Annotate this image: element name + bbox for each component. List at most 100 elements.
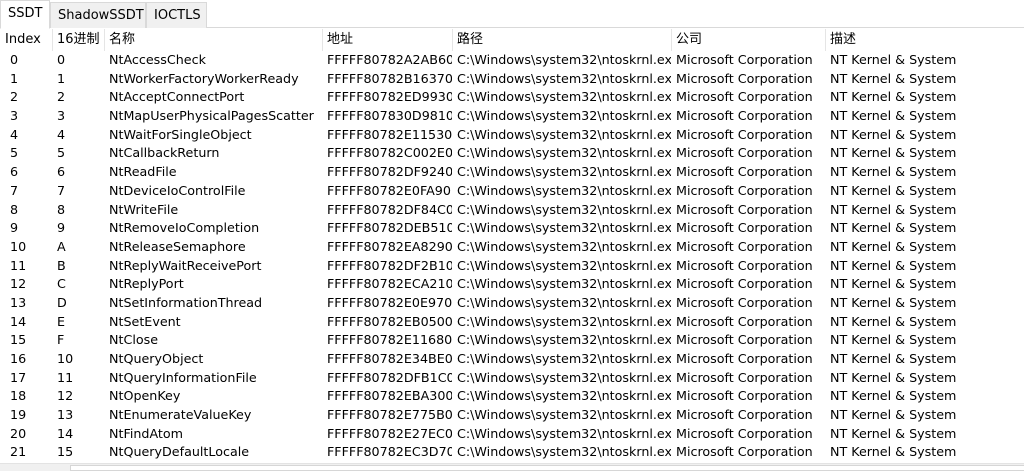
table-row[interactable]: 20 14 NtFindAtom FFFFF80782E27EC0 C:\Windows… <box>0 425 1024 444</box>
cell-address: FFFFF80782DEB510 <box>327 220 452 236</box>
cell-path: C:\Windows\system32\ntoskrnl.exe <box>457 407 671 423</box>
table-row[interactable]: 8 8 NtWriteFile FFFFF80782DF84C0 C:\Windows\… <box>0 201 1024 220</box>
cell-index: 13 <box>10 294 27 310</box>
cell-description: NT Kernel & System <box>830 351 957 366</box>
column-header-name[interactable]: 名称 <box>104 29 322 51</box>
tab-ssdt[interactable]: SSDT <box>0 0 50 29</box>
table-row[interactable]: 6 6 NtReadFile FFFFF80782DF9240 C:\Windows\s… <box>0 163 1024 182</box>
cell-hex: 4 <box>57 126 66 142</box>
cell-company: Microsoft Corporation <box>676 444 813 460</box>
column-header-path[interactable]: 路径 <box>452 29 671 51</box>
table-row[interactable]: 0 0 NtAccessCheck FFFFF80782A2AB60 C:\Window… <box>0 51 1024 70</box>
cell-name: NtDeviceIoControlFile <box>109 182 246 198</box>
cell-company: Microsoft Corporation <box>676 145 813 161</box>
cell-name: NtReleaseSemaphore <box>109 238 246 254</box>
table-row[interactable]: 16 10 NtQueryObject FFFFF80782E34BE0 C:\Wind… <box>0 350 1024 369</box>
cell-name: NtReadFile <box>109 164 177 180</box>
table-row[interactable]: 18 12 NtOpenKey FFFFF80782EBA300 C:\Windows\… <box>0 387 1024 406</box>
cell-index: 9 <box>10 220 19 236</box>
table-row[interactable]: 5 5 NtCallbackReturn FFFFF80782C002E0 C:\Win… <box>0 144 1024 163</box>
table-row[interactable]: 12 C NtReplyPort FFFFF80782ECA210 C:\Windows… <box>0 275 1024 294</box>
cell-path: C:\Windows\system32\ntoskrnl.exe <box>457 182 671 198</box>
cell-index: 6 <box>10 164 19 180</box>
cell-address: FFFFF80782DF84C0 <box>327 201 452 217</box>
table-row[interactable]: 1 1 NtWorkerFactoryWorkerReady FFFFF80782B1… <box>0 70 1024 89</box>
cell-company: Microsoft Corporation <box>676 164 813 180</box>
cell-description: NT Kernel & System <box>830 52 957 67</box>
cell-address: FFFFF80782C002E0 <box>327 145 452 161</box>
cell-name: NtQueryDefaultLocale <box>109 444 250 460</box>
table-row[interactable]: 13 D NtSetInformationThread FFFFF80782E0E97… <box>0 294 1024 313</box>
cell-hex: B <box>57 257 66 273</box>
cell-address: FFFFF80782EB0500 <box>327 313 452 329</box>
cell-description: NT Kernel & System <box>830 388 957 404</box>
table-row[interactable]: 21 15 NtQueryDefaultLocale FFFFF80782EC3D70… <box>0 443 1024 462</box>
cell-path: C:\Windows\system32\ntoskrnl.exe <box>457 220 671 236</box>
cell-company: Microsoft Corporation <box>676 70 813 86</box>
table-row[interactable]: 11 B NtReplyWaitReceivePort FFFFF80782DF2B1… <box>0 257 1024 276</box>
cell-name: NtReplyWaitReceivePort <box>109 257 262 273</box>
column-header-hex[interactable]: 16进制 <box>52 29 104 51</box>
column-header-address[interactable]: 地址 <box>322 29 452 51</box>
cell-path: C:\Windows\system32\ntoskrnl.exe <box>457 444 671 460</box>
cell-hex: 5 <box>57 145 66 161</box>
table-row[interactable]: 4 4 NtWaitForSingleObject FFFFF80782E11530 C… <box>0 126 1024 145</box>
cell-address: FFFFF80782E0E970 <box>327 294 452 310</box>
table-row[interactable]: 3 3 NtMapUserPhysicalPagesScatter FFFFF8078… <box>0 107 1024 126</box>
cell-path: C:\Windows\system32\ntoskrnl.exe <box>457 108 671 124</box>
tab-bar: SSDT ShadowSSDT IOCTLS <box>0 0 1024 29</box>
cell-address: FFFFF80782E27EC0 <box>327 425 452 441</box>
scrollbar-thumb[interactable] <box>70 465 1024 471</box>
table-row[interactable]: 9 9 NtRemoveIoCompletion FFFFF80782DEB510 C:… <box>0 219 1024 238</box>
cell-address: FFFFF80782DF2B10 <box>327 257 452 273</box>
column-header-description[interactable]: 描述 <box>825 29 1024 51</box>
cell-index: 7 <box>10 182 19 198</box>
cell-description: NT Kernel & System <box>830 407 957 423</box>
table-row[interactable]: 10 A NtReleaseSemaphore FFFFF80782EA8290 C:\… <box>0 238 1024 257</box>
cell-company: Microsoft Corporation <box>676 369 813 385</box>
cell-name: NtMapUserPhysicalPagesScatter <box>109 108 314 124</box>
cell-index: 16 <box>10 351 27 366</box>
cell-hex: C <box>57 276 66 292</box>
cell-path: C:\Windows\system32\ntoskrnl.exe <box>457 164 671 180</box>
cell-company: Microsoft Corporation <box>676 407 813 423</box>
column-header-index[interactable]: Index <box>0 29 52 51</box>
table-row[interactable]: 2 2 NtAcceptConnectPort FFFFF80782ED9930 C:\… <box>0 88 1024 107</box>
cell-index: 18 <box>10 388 27 404</box>
table-row[interactable]: 7 7 NtDeviceIoControlFile FFFFF80782E0FA90 C… <box>0 182 1024 201</box>
cell-name: NtCallbackReturn <box>109 145 220 161</box>
cell-path: C:\Windows\system32\ntoskrnl.exe <box>457 70 671 86</box>
cell-name: NtQueryObject <box>109 351 204 366</box>
cell-name: NtSetInformationThread <box>109 294 263 310</box>
cell-name: NtOpenKey <box>109 388 181 404</box>
cell-name: NtAcceptConnectPort <box>109 89 245 105</box>
table-row[interactable]: 17 11 NtQueryInformationFile FFFFF80782DFB1… <box>0 369 1024 388</box>
column-header-company[interactable]: 公司 <box>671 29 825 51</box>
cell-address: FFFFF80782E11530 <box>327 126 452 142</box>
cell-address: FFFFF80782EC3D70 <box>327 444 452 460</box>
list-rows: 0 0 NtAccessCheck FFFFF80782A2AB60 C:\Window… <box>0 51 1024 462</box>
cell-path: C:\Windows\system32\ntoskrnl.exe <box>457 145 671 161</box>
table-row[interactable]: 15 F NtClose FFFFF80782E11680 C:\Windows\sys… <box>0 331 1024 350</box>
cell-hex: 7 <box>57 182 66 198</box>
tab-shadowssdt[interactable]: ShadowSSDT <box>50 2 146 28</box>
cell-company: Microsoft Corporation <box>676 313 813 329</box>
cell-index: 2 <box>10 89 19 105</box>
cell-address: FFFFF80782EA8290 <box>327 238 452 254</box>
cell-hex: 14 <box>57 425 74 441</box>
tab-ioctls[interactable]: IOCTLS <box>146 2 207 28</box>
cell-path: C:\Windows\system32\ntoskrnl.exe <box>457 89 671 105</box>
table-row[interactable]: 19 13 NtEnumerateValueKey FFFFF80782E775B0 C… <box>0 406 1024 425</box>
cell-path: C:\Windows\system32\ntoskrnl.exe <box>457 313 671 329</box>
cell-company: Microsoft Corporation <box>676 257 813 273</box>
ssdt-list-view[interactable]: Index 16进制 名称 地址 路径 公司 描述 0 0 NtAccessChec… <box>0 29 1024 471</box>
table-row[interactable]: 14 E NtSetEvent FFFFF80782EB0500 C:\Windows\… <box>0 313 1024 332</box>
cell-description: NT Kernel & System <box>830 164 957 180</box>
cell-company: Microsoft Corporation <box>676 238 813 254</box>
cell-address: FFFFF80782E34BE0 <box>327 351 452 366</box>
cell-company: Microsoft Corporation <box>676 108 813 124</box>
cell-description: NT Kernel & System <box>830 313 957 329</box>
cell-name: NtSetEvent <box>109 313 181 329</box>
horizontal-scrollbar[interactable] <box>0 463 1024 471</box>
cell-company: Microsoft Corporation <box>676 89 813 105</box>
